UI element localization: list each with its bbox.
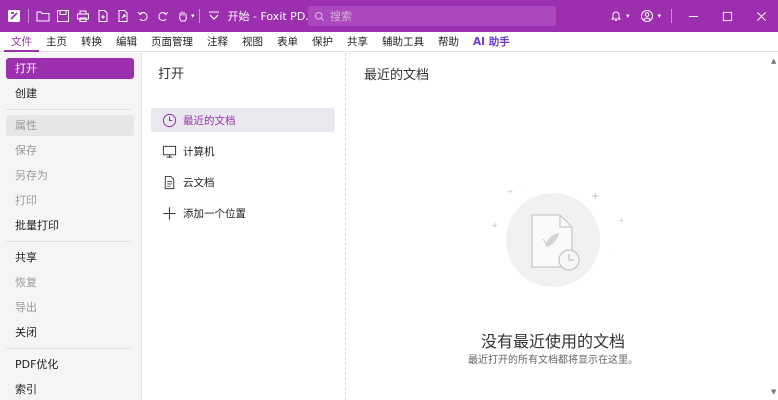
minimize-icon (688, 15, 698, 17)
nav-batch-print[interactable]: 批量打印 (6, 215, 134, 236)
svg-text:·: · (609, 247, 611, 255)
svg-text:+: + (491, 221, 499, 231)
foxit-logo-icon (4, 6, 24, 26)
export-icon[interactable] (113, 6, 133, 26)
hand-tool-dropdown-icon[interactable]: ▾ (191, 12, 195, 20)
empty-state-title: 没有最近使用的文档 (480, 332, 625, 351)
location-cloud-documents[interactable]: 云文档 (151, 170, 335, 194)
nav-save-as[interactable]: 另存为 (6, 165, 134, 186)
menu-edit[interactable]: 编辑 (109, 32, 144, 52)
open-panel-title: 打开 (158, 67, 185, 82)
nav-revert[interactable]: 恢复 (6, 272, 134, 293)
close-button[interactable] (744, 0, 778, 32)
menu-organize[interactable]: 页面管理 (144, 32, 200, 52)
redo-icon[interactable] (153, 6, 173, 26)
hand-tool-icon[interactable] (173, 6, 193, 26)
nav-divider (6, 109, 131, 110)
title-bar: ▾ 开始 - Foxit PD... ▾ ▾ (0, 0, 778, 32)
maximize-icon (722, 11, 732, 21)
menu-convert[interactable]: 转换 (74, 32, 109, 52)
nav-create[interactable]: 创建 (6, 83, 134, 104)
vertical-scrollbar[interactable]: ▲ ▼ (770, 53, 778, 400)
menu-home[interactable]: 主页 (39, 32, 74, 52)
quick-access-chevron-icon[interactable] (204, 6, 224, 26)
search-icon (314, 11, 325, 21)
svg-text:+: + (591, 191, 599, 202)
location-computer[interactable]: 计算机 (151, 139, 335, 163)
new-document-icon[interactable] (93, 6, 113, 26)
open-locations-panel: 打开 最近的文档 计算机 云文档 添加一个位置 (142, 53, 346, 400)
minimize-button[interactable] (676, 0, 710, 32)
print-icon[interactable] (73, 6, 93, 26)
account-icon[interactable] (637, 6, 657, 26)
monitor-icon (161, 143, 177, 159)
empty-state-subtitle: 最近打开的所有文档都将显示在这里。 (468, 355, 638, 366)
plus-icon (161, 205, 177, 221)
open-folder-icon[interactable] (33, 6, 53, 26)
menu-form[interactable]: 表单 (270, 32, 305, 52)
menu-help[interactable]: 帮助 (431, 32, 466, 52)
save-icon[interactable] (53, 6, 73, 26)
menu-ai-assistant[interactable]: AI 助手 (466, 32, 517, 52)
scroll-up-icon[interactable]: ▲ (771, 57, 777, 65)
nav-save[interactable]: 保存 (6, 140, 134, 161)
nav-properties[interactable]: 属性 (6, 115, 134, 136)
svg-text:·: · (522, 181, 524, 189)
clock-icon (161, 112, 177, 128)
nav-divider (6, 241, 131, 242)
search-input[interactable] (330, 9, 530, 23)
menu-share[interactable]: 共享 (340, 32, 375, 52)
menu-bar: 文件 主页 转换 编辑 页面管理 注释 视图 表单 保护 共享 辅助工具 帮助 … (0, 32, 778, 52)
nav-close[interactable]: 关闭 (6, 322, 134, 343)
menu-file[interactable]: 文件 (4, 32, 39, 52)
file-backstage-nav: 打开 创建 属性 保存 另存为 打印 批量打印 共享 恢复 导出 关闭 PDF优… (0, 53, 142, 400)
toolbar-separator (671, 9, 672, 23)
window-controls: ▾ ▾ (606, 0, 778, 32)
menu-comment[interactable]: 注释 (200, 32, 235, 52)
svg-text:+: + (507, 187, 514, 196)
svg-text:+: + (618, 216, 625, 225)
notification-bell-icon[interactable] (606, 6, 626, 26)
nav-share[interactable]: 共享 (6, 247, 134, 268)
scroll-down-icon[interactable]: ▼ (771, 388, 777, 396)
undo-icon[interactable] (133, 6, 153, 26)
location-add-place[interactable]: 添加一个位置 (151, 201, 335, 225)
recent-documents-panel: 最近的文档 + + + + · · 没有最近使用的文档 最近打开的所有文档都将显… (347, 53, 778, 400)
close-icon (756, 11, 766, 21)
notification-dropdown-icon[interactable]: ▾ (626, 12, 630, 20)
nav-pdf-optimize[interactable]: PDF优化 (6, 354, 134, 375)
maximize-button[interactable] (710, 0, 744, 32)
nav-export[interactable]: 导出 (6, 297, 134, 318)
location-label: 最近的文档 (183, 114, 236, 127)
menu-accessibility[interactable]: 辅助工具 (375, 32, 431, 52)
nav-index[interactable]: 索引 (6, 379, 134, 400)
location-label: 计算机 (183, 145, 215, 158)
toolbar-separator (28, 9, 29, 23)
nav-divider (6, 348, 131, 349)
nav-print[interactable]: 打印 (6, 190, 134, 211)
menu-view[interactable]: 视图 (235, 32, 270, 52)
nav-open[interactable]: 打开 (6, 58, 134, 79)
location-label: 添加一个位置 (183, 207, 246, 220)
toolbar-separator (198, 9, 200, 23)
menu-protect[interactable]: 保护 (305, 32, 340, 52)
search-box[interactable] (308, 6, 556, 26)
document-icon (161, 174, 177, 190)
empty-documents-illustration: + + + + · · (491, 181, 625, 287)
location-recent-documents[interactable]: 最近的文档 (151, 108, 335, 132)
location-label: 云文档 (183, 176, 215, 189)
document-title: 开始 - Foxit PD... (227, 10, 316, 23)
account-dropdown-icon[interactable]: ▾ (657, 12, 661, 20)
recent-panel-title: 最近的文档 (364, 68, 430, 83)
